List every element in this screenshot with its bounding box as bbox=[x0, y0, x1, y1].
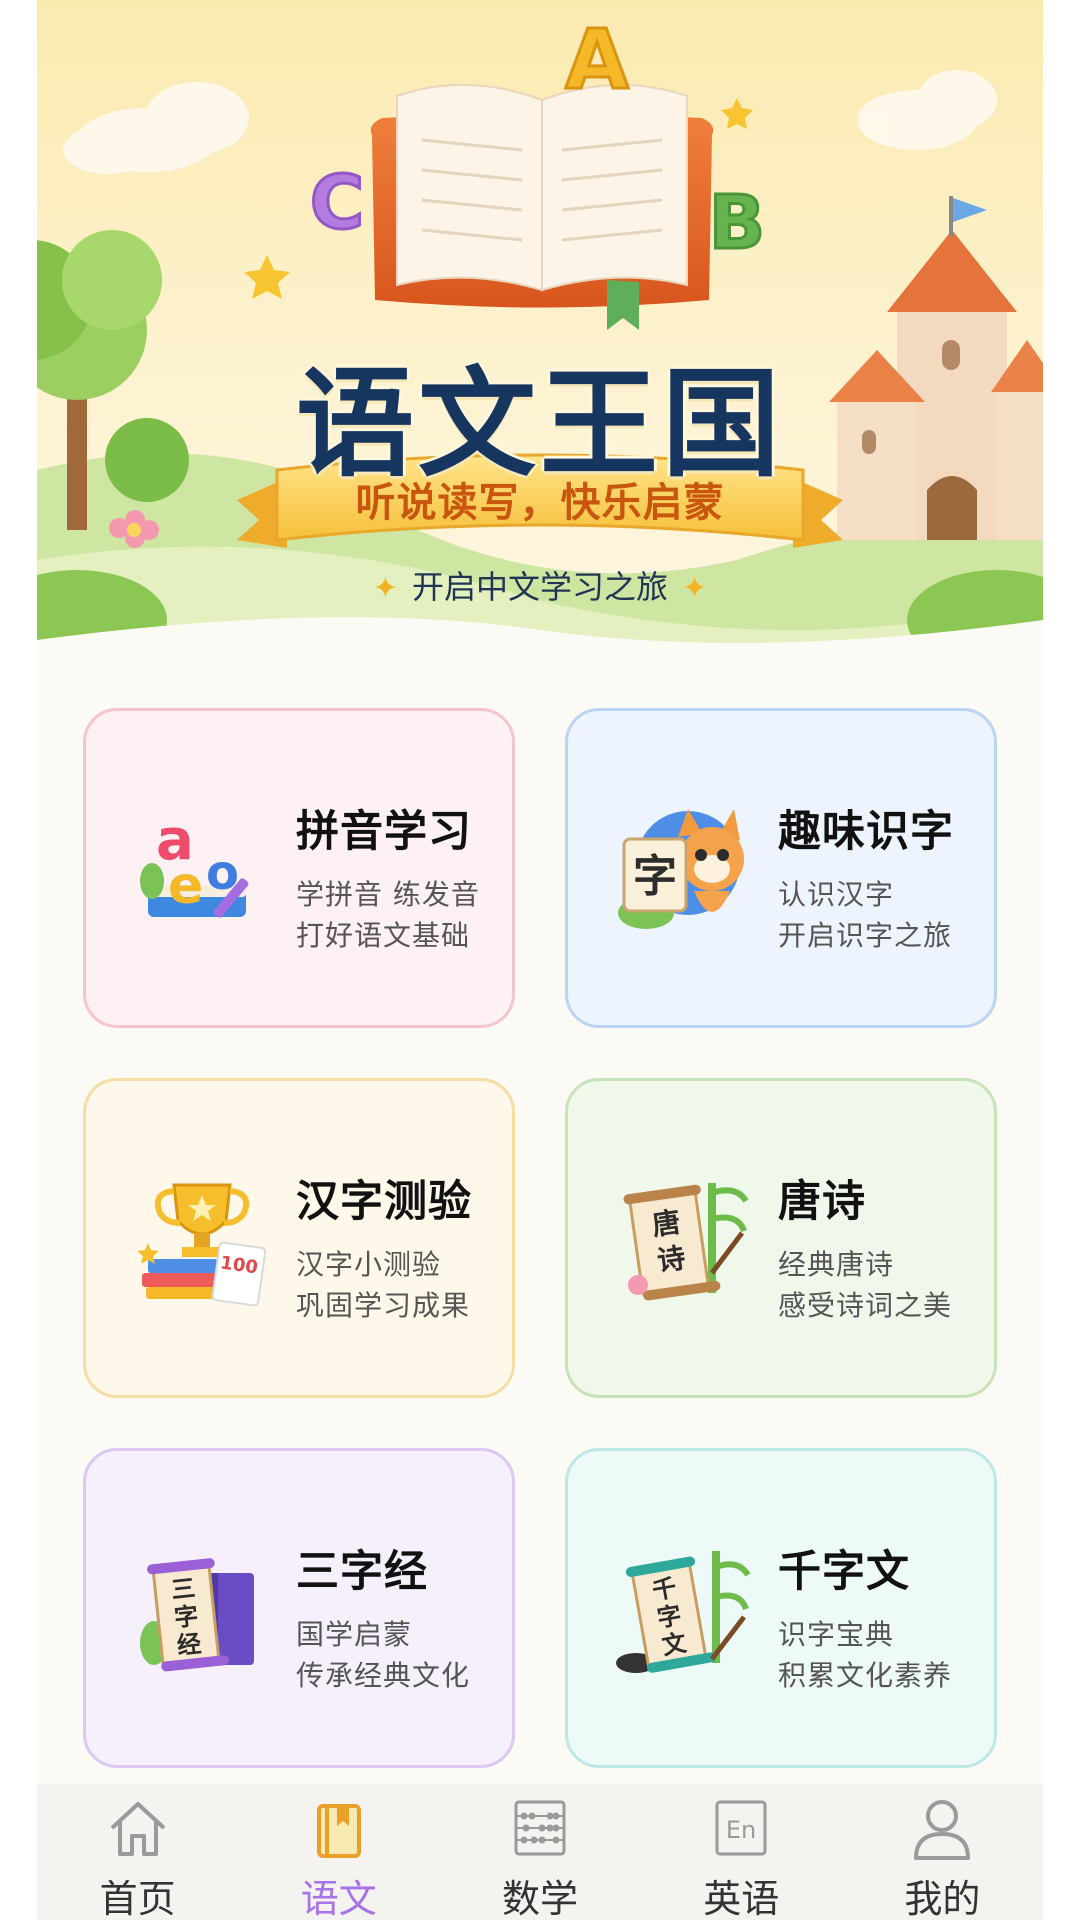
cat-character-icon: 字 bbox=[618, 809, 744, 929]
card-desc: 经典唐诗 bbox=[778, 1248, 895, 1281]
svg-text:三: 三 bbox=[170, 1573, 197, 1604]
hero-banner: A C B 语文王国 听说读写，快乐启蒙 ✦ 开启中文学习之旅 ✦ bbox=[37, 0, 1043, 660]
card-desc: 打好语文基础 bbox=[296, 919, 471, 952]
english-icon: En bbox=[715, 1800, 767, 1856]
sparkle-icon: ✦ bbox=[682, 571, 708, 606]
nav-item-profile[interactable]: 我的 bbox=[842, 1784, 1043, 1920]
card-tang-poems[interactable]: 唐 诗 唐诗 经典唐诗 感受诗词之美 bbox=[565, 1078, 997, 1398]
card-character-fun[interactable]: 字 趣味识字 认识汉字 开启识字之旅 bbox=[565, 708, 997, 1028]
svg-text:En: En bbox=[726, 1816, 756, 1844]
svg-text:字: 字 bbox=[173, 1601, 200, 1632]
card-pinyin[interactable]: a e o 拼音学习 学拼音 练发音 打好语文基础 bbox=[83, 708, 515, 1028]
card-title: 唐诗 bbox=[778, 1177, 866, 1227]
abacus-icon bbox=[514, 1800, 566, 1856]
book-icon bbox=[316, 1804, 361, 1858]
letter-a-icon: A bbox=[565, 13, 629, 108]
nav-label: 首页 bbox=[99, 1877, 176, 1920]
tang-scroll-icon: 唐 诗 bbox=[623, 1183, 749, 1301]
svg-text:字: 字 bbox=[633, 851, 677, 902]
pinyin-letters-icon: a e o bbox=[140, 808, 249, 918]
nav-item-english[interactable]: En 英语 bbox=[641, 1784, 842, 1920]
open-book-icon bbox=[370, 83, 714, 330]
nav-item-home[interactable]: 首页 bbox=[37, 1784, 238, 1920]
nav-label: 英语 bbox=[703, 1877, 780, 1920]
letter-b-icon: B bbox=[709, 180, 765, 266]
card-title: 拼音学习 bbox=[296, 807, 472, 857]
card-sanzijing[interactable]: 三 字 经 三字经 国学启蒙 传承经典文化 bbox=[83, 1448, 515, 1768]
card-quiz[interactable]: 100 汉字测验 汉字小测验 巩固学习成果 bbox=[83, 1078, 515, 1398]
card-desc: 学拼音 练发音 bbox=[296, 878, 480, 911]
card-title: 三字经 bbox=[296, 1547, 428, 1597]
hero-subtitle-text: 开启中文学习之旅 bbox=[411, 568, 668, 606]
svg-text:e: e bbox=[168, 856, 203, 916]
hero-subtitle: ✦ 开启中文学习之旅 ✦ bbox=[37, 562, 1043, 608]
card-desc: 国学启蒙 bbox=[296, 1618, 413, 1651]
svg-text:经: 经 bbox=[176, 1629, 203, 1660]
card-desc: 巩固学习成果 bbox=[296, 1289, 471, 1322]
card-title: 汉字测验 bbox=[296, 1177, 472, 1227]
sparkle-icon: ✦ bbox=[372, 571, 398, 606]
svg-text:诗: 诗 bbox=[655, 1241, 687, 1278]
nav-label: 我的 bbox=[904, 1877, 981, 1920]
nav-item-chinese[interactable]: 语文 bbox=[238, 1784, 439, 1920]
card-desc: 开启识字之旅 bbox=[778, 919, 953, 952]
card-qianziwen[interactable]: 千 字 文 千字文 识字宝典 积累文化素养 bbox=[565, 1448, 997, 1768]
app-screen: A C B 语文王国 听说读写，快乐启蒙 ✦ 开启中文学习之旅 ✦ a e o … bbox=[37, 0, 1043, 1920]
card-desc: 汉字小测验 bbox=[296, 1248, 442, 1281]
nav-item-math[interactable]: 数学 bbox=[439, 1784, 640, 1920]
letter-c-icon: C bbox=[310, 160, 364, 246]
nav-label: 语文 bbox=[300, 1877, 377, 1920]
card-desc: 感受诗词之美 bbox=[778, 1289, 953, 1322]
card-title: 千字文 bbox=[778, 1547, 910, 1597]
home-icon bbox=[110, 1802, 165, 1856]
card-title: 趣味识字 bbox=[778, 807, 954, 857]
card-desc: 积累文化素养 bbox=[778, 1659, 953, 1692]
qianziwen-scroll-icon: 千 字 文 bbox=[616, 1551, 751, 1673]
bottom-nav: 首页 语文 数学 En 英语 我的 bbox=[37, 1784, 1043, 1920]
card-desc: 认识汉字 bbox=[778, 878, 895, 911]
nav-label: 数学 bbox=[502, 1877, 579, 1920]
hero-slogan: 听说读写，快乐启蒙 bbox=[355, 480, 725, 526]
profile-icon bbox=[914, 1800, 971, 1860]
sanzijing-scroll-icon: 三 字 经 bbox=[140, 1558, 254, 1672]
card-desc: 传承经典文化 bbox=[296, 1659, 471, 1692]
svg-text:唐: 唐 bbox=[650, 1205, 682, 1242]
trophy-icon: 100 bbox=[137, 1183, 267, 1307]
card-desc: 识字宝典 bbox=[778, 1618, 895, 1651]
